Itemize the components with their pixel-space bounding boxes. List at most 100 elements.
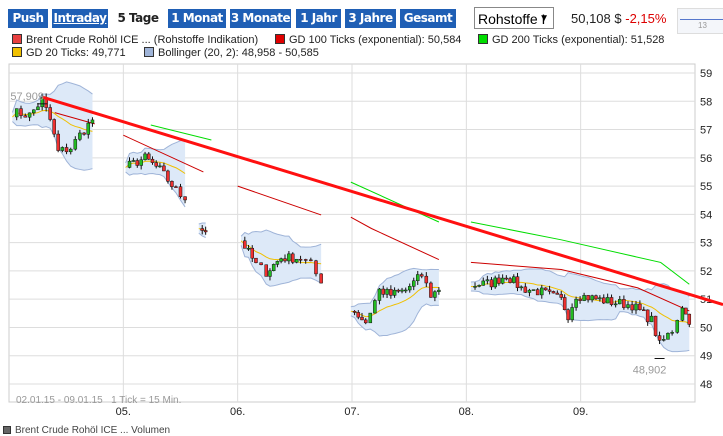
candle bbox=[14, 108, 19, 118]
legend-swatch bbox=[275, 34, 285, 44]
candle bbox=[566, 309, 570, 321]
candle bbox=[23, 115, 28, 118]
candle bbox=[622, 299, 626, 308]
period-button-intraday[interactable]: Intraday bbox=[52, 9, 108, 28]
candle bbox=[419, 274, 424, 277]
x-tick-label: 09. bbox=[573, 406, 588, 418]
candle bbox=[578, 298, 582, 301]
candle bbox=[131, 160, 136, 162]
candle bbox=[586, 295, 590, 301]
candle bbox=[411, 280, 416, 287]
candle bbox=[314, 260, 318, 275]
candle bbox=[540, 287, 544, 296]
candle bbox=[429, 282, 433, 298]
candle bbox=[135, 160, 140, 166]
candle bbox=[352, 311, 357, 313]
candle bbox=[40, 97, 44, 108]
candle bbox=[377, 288, 382, 301]
gd20-line bbox=[125, 160, 186, 174]
legend-swatch bbox=[12, 34, 22, 44]
candle bbox=[403, 289, 408, 292]
candle bbox=[396, 289, 401, 292]
legend-gd20: GD 20 Ticks: 49,771 bbox=[12, 47, 126, 59]
candle bbox=[78, 132, 82, 140]
candle bbox=[415, 274, 420, 282]
gd200-line bbox=[470, 221, 690, 285]
candle bbox=[90, 119, 95, 124]
candle bbox=[82, 132, 86, 135]
bollinger-lower bbox=[12, 121, 93, 171]
gd200-line bbox=[150, 124, 212, 141]
period-button-1-jahr[interactable]: 1 Jahr bbox=[296, 9, 341, 28]
candle bbox=[27, 112, 32, 118]
bollinger-upper bbox=[11, 81, 93, 113]
gd100-line bbox=[350, 216, 440, 261]
legend-label: Brent Crude Rohöl ICE ... (Rohstoffe Ind… bbox=[26, 34, 259, 46]
candle bbox=[531, 289, 536, 291]
candle bbox=[162, 165, 166, 172]
period-button-push[interactable]: Push bbox=[8, 9, 48, 28]
candle bbox=[68, 148, 73, 153]
category-select[interactable]: Rohstoffe I ▼ bbox=[474, 7, 554, 29]
bollinger-upper bbox=[240, 229, 322, 248]
gd20-line bbox=[240, 240, 322, 265]
tick-text: 1 Tick = 15 Min. bbox=[111, 395, 182, 406]
candle bbox=[178, 186, 183, 197]
x-tick-label: 07. bbox=[344, 406, 359, 418]
candle bbox=[477, 285, 481, 287]
candle bbox=[147, 153, 151, 160]
period-button-3-jahre[interactable]: 3 Jahre bbox=[345, 9, 396, 28]
candle bbox=[547, 289, 552, 292]
candle bbox=[360, 316, 364, 321]
candle bbox=[303, 259, 308, 261]
candle bbox=[392, 289, 397, 296]
candle bbox=[684, 307, 688, 315]
candle bbox=[291, 253, 295, 263]
candle bbox=[56, 133, 60, 151]
candle bbox=[381, 288, 386, 295]
candle bbox=[605, 297, 610, 304]
y-tick-label: 56 bbox=[700, 153, 712, 165]
bollinger-fill bbox=[241, 230, 322, 287]
candle bbox=[60, 147, 65, 151]
mini-chart[interactable]: 13 bbox=[677, 8, 723, 34]
y-tick-label: 51 bbox=[700, 294, 712, 306]
y-tick-label: 52 bbox=[700, 266, 712, 278]
candle bbox=[363, 319, 368, 324]
period-button-5-tage[interactable]: 5 Tage bbox=[112, 9, 164, 28]
legend-swatch bbox=[12, 47, 22, 57]
y-tick-label: 54 bbox=[700, 209, 712, 221]
bollinger-upper bbox=[198, 222, 206, 225]
period-button-1-monat[interactable]: 1 Monat bbox=[168, 9, 226, 28]
candle bbox=[166, 170, 170, 182]
bollinger-lower bbox=[470, 290, 690, 353]
candle bbox=[170, 181, 174, 187]
period-button-3-monate[interactable]: 3 Monate bbox=[230, 9, 291, 28]
gd20-line bbox=[470, 281, 690, 324]
period-button-gesamt[interactable]: Gesamt bbox=[400, 9, 456, 28]
legend-label: GD 20 Ticks: 49,771 bbox=[26, 47, 126, 59]
candle bbox=[385, 289, 389, 295]
gd20-line bbox=[350, 286, 439, 318]
candle bbox=[630, 304, 634, 311]
y-tick-label: 57 bbox=[700, 125, 712, 137]
candle bbox=[523, 286, 528, 293]
price-display: 50,108 $ -2,15% bbox=[571, 11, 666, 26]
candle bbox=[309, 259, 313, 262]
candle bbox=[86, 122, 91, 135]
candle bbox=[661, 339, 666, 341]
range-text: 02.01.15 - 09.01.15 bbox=[16, 395, 103, 406]
candle bbox=[500, 277, 505, 284]
candle bbox=[19, 108, 23, 116]
bollinger-lower bbox=[240, 245, 322, 287]
candle bbox=[139, 159, 143, 166]
last-price: 50,108 $ bbox=[571, 11, 622, 26]
candle bbox=[298, 258, 303, 261]
candles bbox=[14, 93, 692, 345]
bollinger-fill bbox=[350, 268, 439, 336]
y-tick-label: 58 bbox=[700, 96, 712, 108]
candle bbox=[158, 165, 162, 168]
candle bbox=[574, 298, 578, 308]
candle bbox=[48, 107, 52, 120]
candle bbox=[174, 186, 178, 188]
